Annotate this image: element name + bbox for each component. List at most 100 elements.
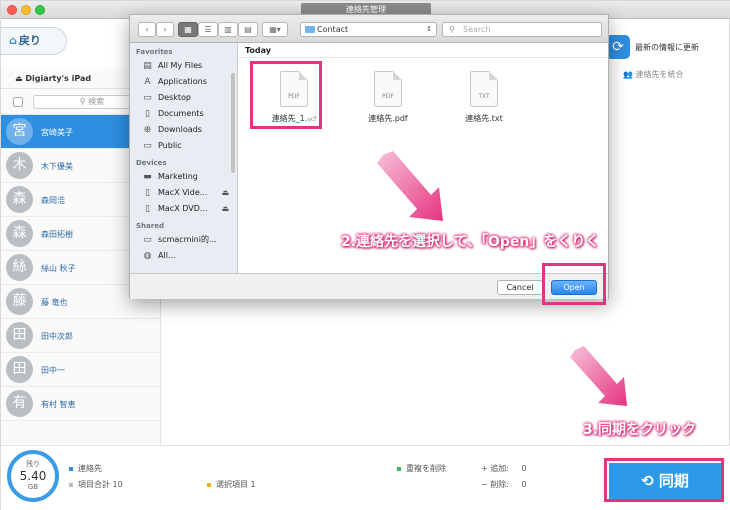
file-name-text: 連絡先.txt — [465, 114, 503, 123]
sync-highlight — [604, 458, 724, 502]
desktop-icon: ▭ — [143, 93, 152, 103]
arrow-icon — [570, 346, 627, 406]
refresh-label[interactable]: 最新の情報に更新 — [635, 42, 699, 53]
dialog-search-placeholder: Search — [463, 25, 491, 34]
delete-duplicates-label: 重複を削除 — [406, 464, 446, 473]
sidebar-item-all-shared[interactable]: ◍ All... — [130, 248, 237, 264]
contact-row[interactable]: 田 田中一 — [1, 353, 160, 387]
select-all-checkbox[interactable] — [13, 97, 23, 107]
contact-name: 藤 竜也 — [41, 298, 68, 307]
contact-name: 絲山 秋子 — [41, 264, 76, 273]
drive-icon: ▬ — [143, 172, 152, 182]
back-button[interactable]: ⌂ 戻り — [1, 27, 67, 55]
sidebar-item-label: Downloads — [158, 125, 202, 134]
shared-header: Shared — [136, 222, 164, 230]
sidebar-item-downloads[interactable]: ⊕ Downloads — [130, 122, 237, 138]
sidebar-item-label: All My Files — [158, 61, 203, 70]
file-item-txt[interactable]: TXT 連絡先.txt — [449, 71, 519, 124]
sidebar-item-documents[interactable]: ▯ Documents — [130, 106, 237, 122]
added-stat: + 追加: 0 — [481, 463, 527, 474]
sidebar-scrollbar[interactable] — [231, 73, 235, 173]
maximize-window-button[interactable] — [35, 5, 45, 15]
step3-instruction: 3.同期をクリック — [583, 422, 697, 438]
close-window-button[interactable] — [7, 5, 17, 15]
refresh-icon[interactable]: ⟳ — [606, 35, 630, 59]
sidebar-item-label: MacX DVD... — [158, 204, 208, 213]
sidebar-item-all-my-files[interactable]: ▤ All My Files — [130, 58, 237, 74]
selected-stat-label: 選択項目 1 — [216, 480, 256, 489]
file-highlight — [250, 61, 322, 129]
location-label: Contact — [317, 25, 349, 34]
avatar: 森 — [6, 186, 33, 213]
disk-icon: ▯ — [145, 188, 150, 198]
deleted-label: 削除: — [490, 480, 509, 489]
document-icon: TXT — [470, 71, 498, 107]
icon-view-icon[interactable]: ▦ — [178, 22, 198, 37]
file-open-dialog: ‹ › ▦ ☰ ▥ ▤ ▦▾ Contact ⇕ ⚲ Search Favori… — [129, 14, 609, 299]
step2-instruction: 2.連絡先を選択して、「Open」をくりく — [341, 234, 600, 250]
sidebar-item-label: MacX Vide... — [158, 188, 208, 197]
avatar: 森 — [6, 220, 33, 247]
file-name: 連絡先.txt — [449, 113, 519, 124]
merge-label: 連絡先を統合 — [635, 70, 684, 79]
contact-name: 有村 智恵 — [41, 400, 76, 409]
delete-duplicates-button[interactable]: 重複を削除 — [397, 463, 446, 474]
sidebar-item-macx-video[interactable]: ▯ MacX Vide... ⏏ — [130, 185, 237, 201]
contact-name: 森岡浩 — [41, 196, 65, 205]
contact-row[interactable]: 有 有村 智恵 — [1, 387, 160, 421]
plus-icon: + — [481, 464, 491, 473]
forward-nav-icon[interactable]: › — [156, 22, 174, 37]
contact-name: 宮崎美子 — [41, 128, 73, 137]
location-select[interactable]: Contact ⇕ — [300, 22, 437, 37]
sidebar-item-label: Desktop — [158, 93, 191, 102]
eject-icon[interactable]: ⏏ — [15, 74, 25, 83]
minimize-window-button[interactable] — [21, 5, 31, 15]
bullet-icon — [69, 466, 73, 471]
app-window: 連絡先管理 ⌂ 戻り ⟳ 最新の情報に更新 👥 連絡先を統合 ⏏ Digiarty… — [0, 0, 730, 510]
sidebar-item-desktop[interactable]: ▭ Desktop — [130, 90, 237, 106]
sidebar-item-scmacmini[interactable]: ▭ scmacmini的... — [130, 232, 237, 248]
contact-name: 田中一 — [41, 366, 65, 375]
coverflow-view-icon[interactable]: ▤ — [238, 22, 258, 37]
cancel-button[interactable]: Cancel — [497, 280, 543, 295]
sidebar-item-macx-dvd[interactable]: ▯ MacX DVD... ⏏ — [130, 201, 237, 217]
search-icon: ⚲ — [79, 97, 89, 106]
dialog-search-input[interactable]: ⚲ Search — [442, 22, 602, 37]
folder-icon: ▭ — [143, 141, 152, 151]
bullet-icon — [69, 482, 73, 487]
arrange-menu-icon[interactable]: ▦▾ — [262, 22, 288, 37]
contact-name: 田中次郎 — [41, 332, 73, 341]
avatar: 木 — [6, 152, 33, 179]
home-icon: ⌂ — [9, 34, 17, 47]
favorites-header: Favorites — [136, 48, 173, 56]
total-stat: 項目合計 10 — [69, 479, 123, 490]
avatar: 絲 — [6, 254, 33, 281]
eject-icon[interactable]: ⏏ — [221, 201, 229, 217]
sidebar-item-marketing[interactable]: ▬ Marketing — [130, 169, 237, 185]
storage-unit: GB — [27, 483, 39, 491]
sidebar-item-public[interactable]: ▭ Public — [130, 138, 237, 154]
sidebar-item-label: Public — [158, 141, 182, 150]
globe-icon: ◍ — [143, 251, 152, 261]
search-placeholder: 検索 — [88, 97, 105, 106]
arrow-icon — [377, 151, 443, 221]
file-ext: PDF — [382, 93, 394, 100]
eject-icon[interactable]: ⏏ — [221, 185, 229, 201]
merge-contacts-button[interactable]: 👥 連絡先を統合 — [623, 69, 684, 80]
applications-icon: A — [144, 77, 151, 87]
contact-name: 森田拓樹 — [41, 230, 73, 239]
search-icon: ⚲ — [449, 25, 455, 34]
file-name-text: 連絡先.pdf — [368, 114, 408, 123]
bullet-icon — [397, 466, 401, 471]
deleted-value: 0 — [521, 480, 527, 489]
computer-icon: ▭ — [143, 235, 152, 245]
file-item-pdf[interactable]: PDF 連絡先.pdf — [353, 71, 423, 124]
document-icon: PDF — [374, 71, 402, 107]
sidebar-item-label: scmacmini的... — [158, 235, 217, 244]
back-nav-icon[interactable]: ‹ — [138, 22, 156, 37]
column-view-icon[interactable]: ▥ — [218, 22, 238, 37]
contact-row[interactable]: 田 田中次郎 — [1, 319, 160, 353]
list-view-icon[interactable]: ☰ — [198, 22, 218, 37]
contacts-stat-label: 連絡先 — [78, 464, 102, 473]
sidebar-item-applications[interactable]: A Applications — [130, 74, 237, 90]
